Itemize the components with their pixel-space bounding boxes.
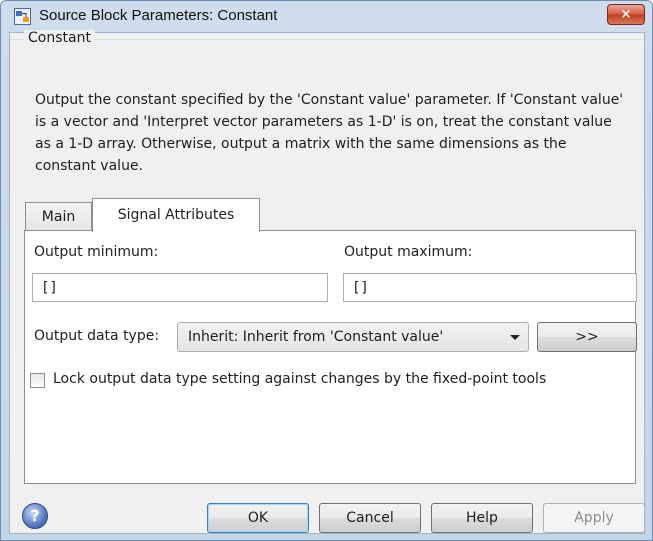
output-data-type-value: Inherit: Inherit from 'Constant value' <box>188 329 444 345</box>
simulink-block-icon <box>14 8 31 25</box>
output-maximum-input[interactable]: [] <box>343 273 637 302</box>
output-maximum-label: Output maximum: <box>344 244 473 260</box>
chevron-down-icon <box>510 335 520 340</box>
lock-output-data-type-label: Lock output data type setting against ch… <box>53 371 547 387</box>
lock-output-data-type-checkbox[interactable] <box>30 373 45 388</box>
window-title: Source Block Parameters: Constant <box>39 7 278 24</box>
tab-main[interactable]: Main <box>25 202 92 233</box>
output-minimum-input[interactable]: [] <box>32 273 328 302</box>
tab-signal-attributes[interactable]: Signal Attributes <box>92 198 260 232</box>
output-minimum-label: Output minimum: <box>34 244 159 260</box>
group-label: Constant <box>24 30 95 46</box>
close-icon: × <box>620 7 632 22</box>
apply-button[interactable]: Apply <box>543 503 645 533</box>
help-button[interactable]: Help <box>431 503 533 533</box>
output-data-type-select[interactable]: Inherit: Inherit from 'Constant value' <box>177 322 529 352</box>
title-bar[interactable]: Source Block Parameters: Constant × <box>1 1 652 33</box>
block-description: Output the constant specified by the 'Co… <box>35 92 624 174</box>
help-question-icon[interactable]: ? <box>22 503 48 529</box>
close-button[interactable]: × <box>607 4 645 25</box>
output-data-type-label: Output data type: <box>34 328 160 344</box>
cancel-button[interactable]: Cancel <box>319 503 421 533</box>
signal-attributes-panel <box>24 230 636 484</box>
ok-button[interactable]: OK <box>207 503 309 533</box>
data-type-assistant-button[interactable]: >> <box>537 322 637 352</box>
